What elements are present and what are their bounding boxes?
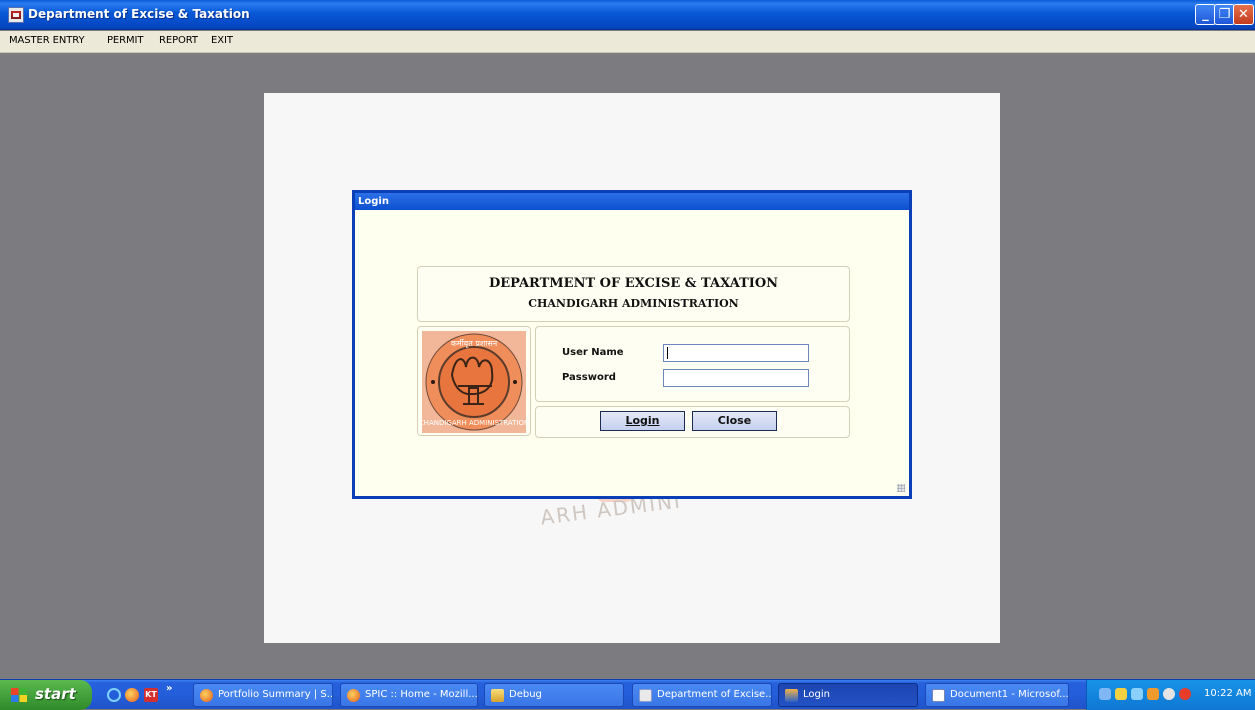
taskbar-button-login[interactable]: Login [778, 683, 918, 707]
quick-launch-more[interactable]: » [166, 683, 172, 694]
taskbar: start KT » Portfolio Summary | S... SPIC… [0, 679, 1255, 710]
task-label: Login [803, 689, 830, 700]
maximize-button[interactable]: ❐ [1214, 4, 1235, 25]
close-button[interactable]: Close [692, 411, 777, 431]
taskbar-button-debug[interactable]: Debug [484, 683, 624, 707]
firefox-icon [347, 689, 360, 702]
app-icon [639, 689, 652, 702]
task-label: SPIC :: Home - Mozill... [365, 689, 478, 700]
user-name-input[interactable] [663, 344, 809, 362]
menu-permit[interactable]: PERMIT [107, 35, 143, 46]
task-label: Portfolio Summary | S... [218, 689, 333, 700]
login-window-icon [785, 689, 798, 702]
taskbar-button-excise-app[interactable]: Department of Excise... [632, 683, 772, 707]
tray-app-icon[interactable] [1115, 688, 1127, 700]
window-title: Department of Excise & Taxation [28, 7, 250, 21]
login-dialog-body: DEPARTMENT OF EXCISE & TAXATION CHANDIGA… [355, 210, 909, 496]
start-button[interactable]: start [0, 680, 92, 710]
chandigarh-emblem-icon: कर्मीवृत प्रशासन CHANDIGARH ADMINISTRATI… [419, 331, 529, 433]
password-label: Password [562, 372, 616, 383]
security-icon[interactable] [1179, 688, 1191, 700]
task-label: Document1 - Microsof... [950, 689, 1069, 700]
emblem-script-text: कर्मीवृत प्रशासन [451, 338, 498, 349]
login-button[interactable]: Login [600, 411, 685, 431]
windows-flag-icon [11, 688, 27, 702]
word-icon [932, 689, 945, 702]
credentials-panel: User Name Password [535, 326, 850, 402]
taskbar-button-document1[interactable]: Document1 - Microsof... [925, 683, 1069, 707]
department-title: DEPARTMENT OF EXCISE & TAXATION [488, 276, 779, 291]
application-window: Department of Excise & Taxation _ ❐ ✕ MA… [0, 0, 1255, 710]
menu-report[interactable]: REPORT [159, 35, 198, 46]
department-subtitle: CHANDIGARH ADMINISTRATION [528, 297, 739, 310]
folder-icon [491, 689, 504, 702]
clock[interactable]: 10:22 AM [1204, 688, 1251, 699]
button-panel: Login Close [535, 406, 850, 438]
task-label: Debug [509, 689, 542, 700]
logo-panel: कर्मीवृत प्रशासन CHANDIGARH ADMINISTRATI… [417, 326, 531, 436]
internet-explorer-icon[interactable] [107, 688, 121, 702]
system-tray: 10:22 AM [1086, 680, 1255, 710]
title-bar[interactable]: Department of Excise & Taxation _ ❐ ✕ [0, 0, 1255, 30]
kt-icon[interactable]: KT [144, 688, 158, 702]
department-header-panel: DEPARTMENT OF EXCISE & TAXATION CHANDIGA… [417, 266, 850, 322]
user-name-label: User Name [562, 347, 624, 358]
start-label: start [35, 685, 76, 703]
resize-grip[interactable] [897, 484, 905, 492]
menu-bar: MASTER ENTRY PERMIT REPORT EXIT [0, 31, 1255, 53]
password-input[interactable] [663, 369, 809, 387]
minimize-button[interactable]: _ [1195, 4, 1216, 25]
menu-master-entry[interactable]: MASTER ENTRY [9, 35, 85, 46]
close-window-button[interactable]: ✕ [1233, 4, 1254, 25]
volume-icon[interactable] [1163, 688, 1175, 700]
tray-app-icon[interactable] [1147, 688, 1159, 700]
login-dialog: Login DEPARTMENT OF EXCISE & TAXATION CH… [352, 190, 912, 499]
network-icon[interactable] [1099, 688, 1111, 700]
taskbar-button-spic[interactable]: SPIC :: Home - Mozill... [340, 683, 478, 707]
emblem-caption: CHANDIGARH ADMINISTRATION [422, 419, 526, 427]
firefox-icon [200, 689, 213, 702]
menu-exit[interactable]: EXIT [211, 35, 233, 46]
app-icon [8, 7, 24, 23]
task-label: Department of Excise... [657, 689, 772, 700]
taskbar-button-portfolio[interactable]: Portfolio Summary | S... [193, 683, 333, 707]
text-cursor [667, 347, 668, 359]
firefox-icon[interactable] [125, 688, 139, 702]
tray-app-icon[interactable] [1131, 688, 1143, 700]
login-dialog-title[interactable]: Login [355, 193, 909, 210]
